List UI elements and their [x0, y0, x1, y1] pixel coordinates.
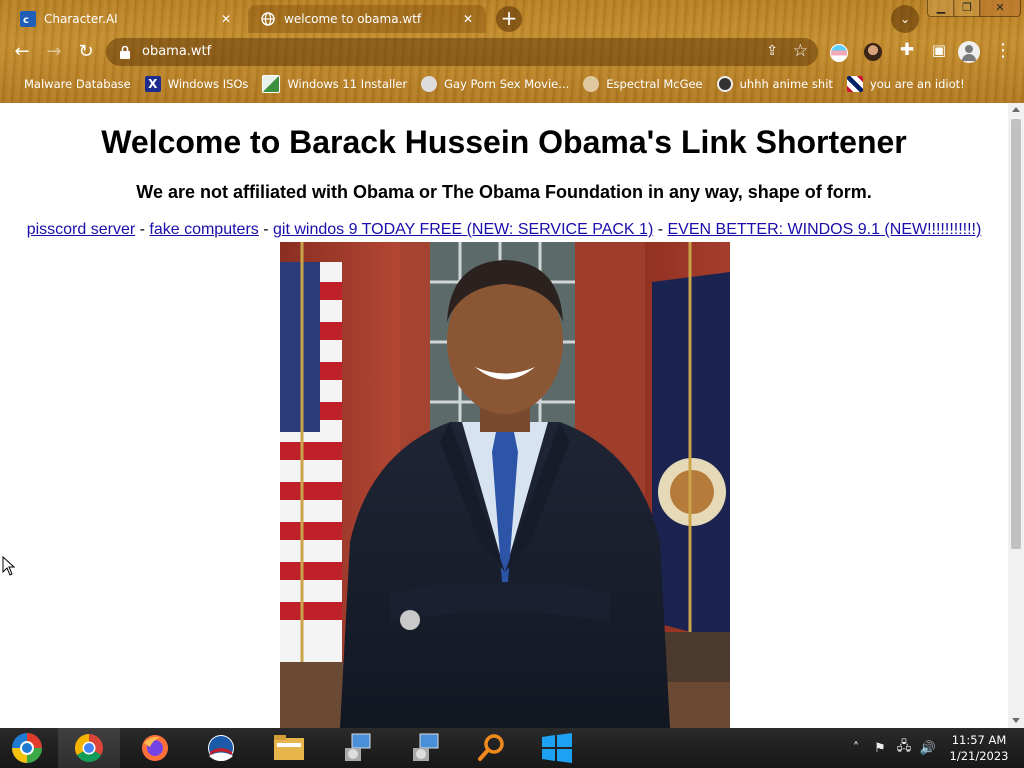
page-title: Welcome to Barack Hussein Obama's Link S…: [101, 124, 907, 160]
puzzle-icon[interactable]: ✚: [896, 40, 918, 62]
minimize-button[interactable]: ▁: [927, 0, 955, 17]
bookmark-label: you are an idiot!: [869, 77, 965, 91]
svg-text:c: c: [23, 15, 29, 26]
scroll-up-icon[interactable]: [1012, 107, 1020, 112]
link-fake-computers[interactable]: fake computers: [149, 221, 258, 238]
close-window-button[interactable]: ✕: [979, 0, 1021, 17]
clock-time: 11:57 AM: [951, 733, 1007, 747]
scroll-down-icon[interactable]: [1012, 718, 1020, 723]
bookmark-malware-database[interactable]: Malware Database: [14, 76, 131, 92]
web-page: Welcome to Barack Hussein Obama's Link S…: [0, 103, 1008, 728]
bookmark-label: Espectral McGee: [606, 77, 703, 91]
bookmark-label: Malware Database: [24, 77, 131, 91]
file-explorer-icon[interactable]: [258, 728, 320, 768]
close-icon[interactable]: ✕: [218, 11, 234, 27]
scrollbar[interactable]: [1008, 103, 1024, 728]
address-bar[interactable]: obama.wtf ⇪ ☆: [106, 38, 818, 66]
profile-icon[interactable]: [958, 41, 980, 63]
link-row: pisscord server - fake computers - git w…: [0, 221, 1008, 239]
reload-icon[interactable]: ↻: [72, 38, 100, 66]
chrome-icon[interactable]: [58, 728, 120, 768]
clock-date: 1/21/2023: [949, 749, 1009, 763]
bookmark-icon: [421, 76, 438, 92]
taskbar: ˄ ⚑ 🖧 🔊 11:57 AM 1/21/2023: [0, 728, 1024, 768]
tab-obama-wtf[interactable]: welcome to obama.wtf ✕: [248, 5, 486, 33]
tab-title: welcome to obama.wtf: [284, 12, 422, 26]
globe-icon: [260, 11, 276, 27]
clock[interactable]: 11:57 AM 1/21/2023: [936, 732, 1022, 764]
profile-body: [962, 54, 976, 61]
bookmark-icon: [583, 76, 600, 92]
lock-icon: [120, 44, 130, 59]
browser-chrome: c Character.AI ✕ welcome to obama.wtf ✕ …: [0, 0, 1024, 103]
obama-logo-icon[interactable]: [190, 728, 252, 768]
bookmark-label: Windows ISOs: [167, 77, 249, 91]
app-1-icon[interactable]: [0, 728, 54, 768]
scroll-thumb[interactable]: [1011, 119, 1021, 549]
system-tray: ˄ ⚑ 🖧 🔊: [846, 728, 942, 768]
volume-icon[interactable]: 🔊: [918, 741, 938, 756]
chevron-down-icon[interactable]: ⌄: [891, 5, 919, 33]
action-center-flag-icon[interactable]: ⚑: [870, 741, 890, 756]
share-icon[interactable]: ⇪: [766, 43, 778, 59]
link-windows-9-1[interactable]: EVEN BETTER: WINDOS 9.1 (NEW!!!!!!!!!!!): [668, 221, 982, 238]
flag-icon: [846, 76, 863, 92]
windows-icon[interactable]: [526, 728, 588, 768]
anime-icon: [716, 76, 733, 92]
chevron-up-icon[interactable]: ˄: [846, 741, 866, 756]
bookmark-windows-isos[interactable]: X Windows ISOs: [144, 76, 249, 92]
tab-title: Character.AI: [44, 12, 118, 26]
bookmark-espectral-mcgee[interactable]: Espectral McGee: [583, 76, 703, 92]
profile-head: [965, 45, 973, 53]
bookmarks-bar: Malware Database X Windows ISOs Windows …: [14, 74, 979, 94]
bookmark-windows-11-installer[interactable]: Windows 11 Installer: [262, 75, 407, 93]
bookmark-label: Windows 11 Installer: [287, 77, 408, 91]
mouse-pointer-icon: [2, 555, 16, 576]
tab-character-ai[interactable]: c Character.AI ✕: [8, 5, 244, 33]
install-icon[interactable]: [326, 728, 388, 768]
flag-extension-icon[interactable]: [830, 44, 848, 62]
link-pisscord-server[interactable]: pisscord server: [27, 221, 135, 238]
character-ai-icon: c: [20, 11, 36, 27]
bookmark-label: Gay Porn Sex Movie...: [444, 77, 570, 91]
url-text: obama.wtf: [142, 44, 212, 59]
more-icon[interactable]: ⋮: [994, 40, 1012, 61]
x-icon: X: [144, 76, 161, 92]
firefox-icon[interactable]: [124, 728, 186, 768]
search-icon[interactable]: [460, 728, 522, 768]
page-subtitle: We are not affiliated with Obama or The …: [136, 182, 872, 202]
side-panel-icon[interactable]: ▣: [928, 41, 950, 63]
bookmark-gay-porn[interactable]: Gay Porn Sex Movie...: [421, 76, 569, 92]
back-arrow-icon[interactable]: ←: [8, 38, 36, 66]
link-windows-9[interactable]: git windos 9 TODAY FREE (NEW: SERVICE PA…: [273, 221, 653, 238]
link-separator: -: [653, 221, 668, 238]
bookmark-you-are-an-idiot[interactable]: you are an idiot!: [846, 76, 965, 92]
star-icon[interactable]: ☆: [793, 41, 808, 61]
network-icon[interactable]: 🖧: [894, 737, 914, 759]
restore-button[interactable]: ❐: [953, 0, 981, 17]
installer-icon: [262, 75, 281, 93]
install-icon[interactable]: [394, 728, 456, 768]
new-tab-button[interactable]: +: [496, 6, 522, 32]
avatar-extension-icon[interactable]: [864, 43, 882, 61]
close-icon[interactable]: ✕: [460, 11, 476, 27]
link-separator: -: [258, 221, 273, 238]
bookmark-label: uhhh anime shit: [739, 77, 833, 91]
link-separator: -: [135, 221, 150, 238]
portrait-photo: [280, 242, 730, 728]
forward-arrow-icon[interactable]: →: [40, 38, 68, 66]
bookmark-anime[interactable]: uhhh anime shit: [716, 76, 833, 92]
